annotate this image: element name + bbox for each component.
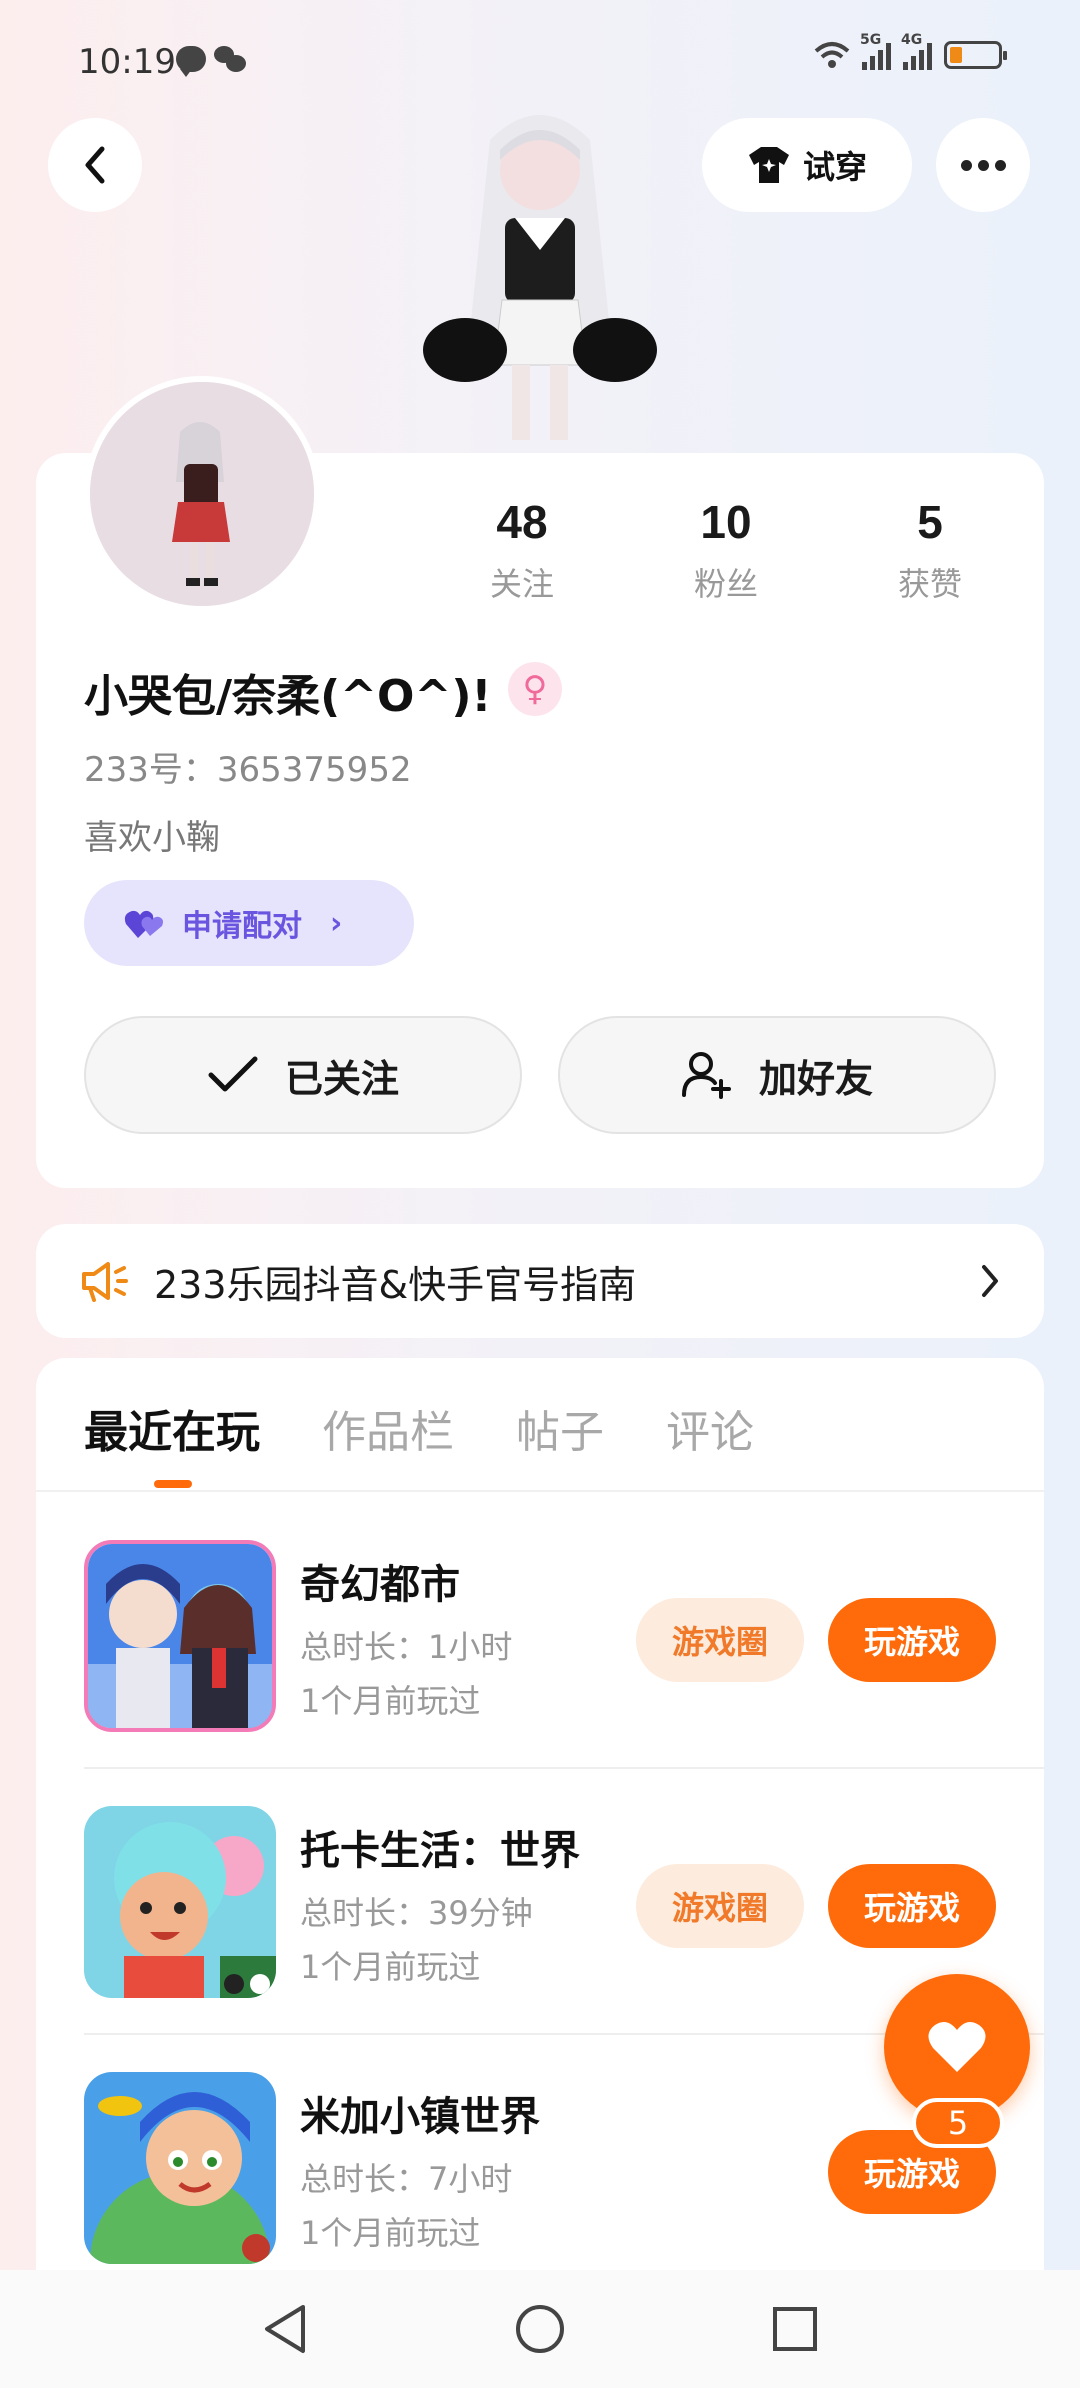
tab-recently-played[interactable]: 最近在玩 [84, 1396, 260, 1460]
game-circle-button[interactable]: 游戏圈 [636, 1864, 804, 1948]
status-right-icons: 5G 4G [814, 32, 1007, 70]
game-title: 托卡生活：世界 [300, 1828, 580, 1874]
user-bio: 喜欢小鞠 [84, 818, 220, 858]
profile-tabs: 最近在玩 作品栏 帖子 评论 [84, 1396, 754, 1460]
back-button[interactable] [48, 118, 142, 212]
tab-comments[interactable]: 评论 [666, 1396, 754, 1460]
heart-icon [928, 2021, 986, 2072]
game-row[interactable]: 奇幻都市 总时长：1小时 1个月前玩过 游戏圈 玩游戏 [84, 1540, 1044, 1736]
request-pair-label: 申请配对 [182, 909, 302, 944]
game-last-played: 1个月前玩过 [300, 1948, 481, 1986]
game-icon-toca-life[interactable] [84, 1806, 276, 1998]
tab-works[interactable]: 作品栏 [322, 1396, 454, 1460]
chevron-right-icon [982, 1265, 998, 1297]
request-pair-button[interactable]: 申请配对 › [84, 880, 414, 966]
play-game-button[interactable]: 玩游戏 [828, 1864, 996, 1948]
stat-followers-value: 10 [700, 496, 752, 548]
stat-following-label: 关注 [489, 565, 554, 603]
stat-following-value: 48 [496, 496, 548, 548]
game-circle-button[interactable]: 游戏圈 [636, 1598, 804, 1682]
game-row[interactable]: 米加小镇世界 总时长：7小时 1个月前玩过 玩游戏 [84, 2072, 1044, 2268]
stat-likes-label: 获赞 [897, 565, 962, 603]
add-user-icon [681, 1052, 731, 1099]
notification-icons [176, 46, 246, 77]
game-title: 奇幻都市 [300, 1562, 460, 1608]
avatar[interactable] [84, 376, 320, 612]
more-dots-icon [958, 156, 1009, 175]
username: 小哭包/奈柔(^O^)! [84, 671, 492, 722]
tab-posts[interactable]: 帖子 [516, 1396, 604, 1460]
status-time: 10:19 [78, 42, 176, 82]
character-avatar-figure [420, 100, 660, 455]
signal-5g-icon: 5G [860, 32, 891, 70]
user-id: 233号：365375952 [84, 750, 412, 790]
game-title: 米加小镇世界 [300, 2094, 540, 2140]
play-game-button[interactable]: 玩游戏 [828, 1598, 996, 1682]
female-gender-icon: ♀ [508, 662, 562, 716]
add-friend-button[interactable]: 加好友 [558, 1016, 996, 1134]
following-button[interactable]: 已关注 [84, 1016, 522, 1134]
try-on-button[interactable]: 试穿 [702, 118, 912, 212]
game-last-played: 1个月前玩过 [300, 1682, 481, 1720]
system-nav-bar [0, 2270, 1080, 2388]
tab-divider [36, 1490, 1044, 1492]
game-icon-fantasy-city[interactable] [84, 1540, 276, 1732]
nav-home-icon[interactable] [514, 2303, 566, 2355]
more-button[interactable] [936, 118, 1030, 212]
game-duration: 总时长：39分钟 [300, 1894, 533, 1932]
following-label: 已关注 [284, 1056, 399, 1101]
announcement-text: 233乐园抖音&快手官号指南 [154, 1262, 637, 1307]
chevron-right-icon: › [330, 905, 343, 941]
wifi-icon [814, 42, 850, 68]
message-icon [176, 46, 206, 77]
game-last-played: 1个月前玩过 [300, 2214, 481, 2252]
nav-back-icon[interactable] [261, 2303, 309, 2355]
nav-recents-icon[interactable] [771, 2305, 819, 2353]
game-duration: 总时长：1小时 [300, 1628, 513, 1666]
game-duration: 总时长：7小时 [300, 2160, 513, 2198]
game-row[interactable]: 托卡生活：世界 总时长：39分钟 1个月前玩过 游戏圈 玩游戏 [84, 1806, 1044, 2002]
megaphone-icon [82, 1262, 128, 1302]
battery-icon [944, 41, 1007, 69]
like-count-badge: 5 [912, 2098, 1004, 2148]
announcement-bar[interactable]: 233乐园抖音&快手官号指南 [36, 1224, 1044, 1338]
game-icon-miga-town[interactable] [84, 2072, 276, 2264]
stat-likes[interactable]: 5 获赞 [850, 495, 1010, 605]
try-on-label: 试穿 [802, 148, 867, 186]
wechat-icon [214, 46, 246, 72]
tshirt-icon [748, 147, 789, 183]
double-heart-icon [124, 910, 163, 938]
stat-followers-label: 粉丝 [693, 565, 758, 603]
tab-indicator [154, 1480, 192, 1488]
row-divider [84, 1767, 1044, 1769]
stat-likes-value: 5 [917, 496, 943, 548]
stat-following[interactable]: 48 关注 [442, 495, 602, 605]
chevron-left-icon [85, 146, 105, 184]
stat-followers[interactable]: 10 粉丝 [646, 495, 806, 605]
check-icon [208, 1056, 258, 1092]
add-friend-label: 加好友 [758, 1056, 873, 1101]
signal-4g-icon: 4G [901, 32, 932, 70]
